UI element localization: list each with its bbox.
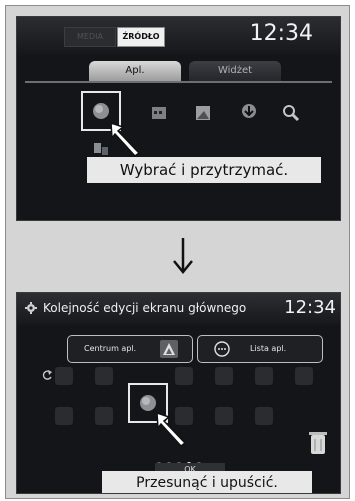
app-list-button[interactable]: Lista apl.: [197, 335, 323, 363]
home-screen-edit: Kolejność edycji ekranu głównego 12:34 C…: [16, 292, 341, 494]
page-title: Kolejność edycji ekranu głównego: [43, 301, 247, 315]
tab-widget[interactable]: Widżet: [189, 61, 281, 81]
home-screen-apps: MEDIA ŹRÓDŁO 12:34 Apl. Widżet Wybrać i …: [16, 16, 341, 221]
app-center-label: Centrum apl.: [84, 344, 137, 353]
tab-apps[interactable]: Apl.: [89, 61, 181, 81]
search-app-icon[interactable]: [281, 103, 301, 123]
tab-divider: [25, 81, 332, 83]
app-center-icon: [160, 340, 178, 358]
download-app-icon[interactable]: [239, 101, 259, 121]
gear-icon: [25, 302, 37, 314]
pointer-arrow-icon: [110, 121, 141, 157]
down-arrow-icon: [173, 238, 193, 274]
clock: 12:34: [249, 21, 313, 46]
instruction-label: Wybrać i przytrzymać.: [87, 157, 321, 183]
clock: 12:34: [284, 297, 336, 318]
calendar-app-icon[interactable]: [149, 103, 169, 123]
source-button[interactable]: ŹRÓDŁO: [117, 27, 165, 47]
app-list-icon: [214, 341, 230, 357]
undo-icon[interactable]: [41, 369, 53, 381]
tab-bar: Apl. Widżet: [17, 61, 340, 83]
app-list-label: Lista apl.: [250, 344, 287, 353]
app-center-button[interactable]: Centrum apl.: [67, 335, 193, 363]
instruction-label: Przesunąć i upuścić.: [102, 471, 312, 493]
picture-app-icon[interactable]: [193, 103, 213, 123]
phone-app-icon[interactable]: [91, 139, 111, 159]
media-source-button[interactable]: MEDIA: [64, 27, 116, 47]
instruction-frame: MEDIA ŹRÓDŁO 12:34 Apl. Widżet Wybrać i …: [5, 5, 350, 499]
pointer-arrow-icon: [156, 411, 187, 447]
